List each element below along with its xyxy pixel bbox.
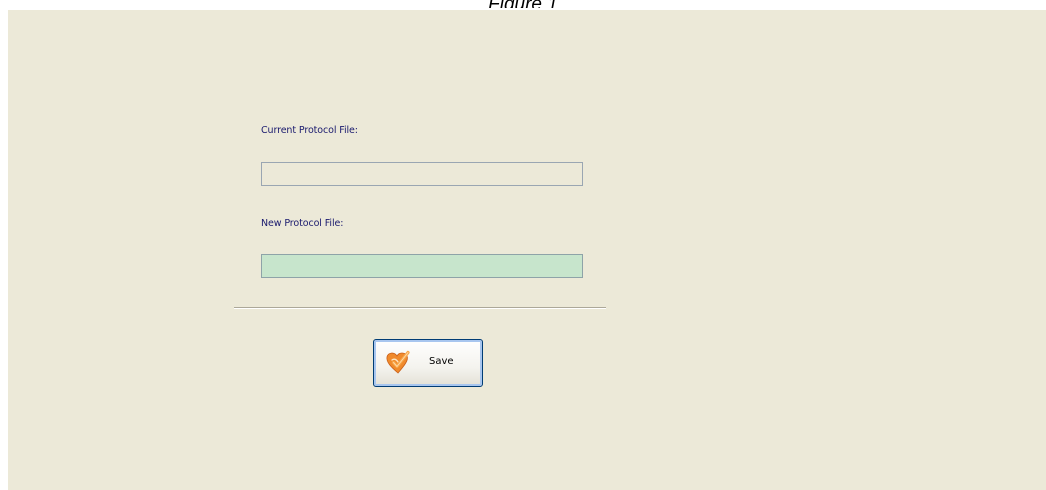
current-protocol-label: Current Protocol File: xyxy=(261,125,358,136)
protocol-form-panel: Current Protocol File: New Protocol File… xyxy=(8,10,1046,490)
save-button-label: Save xyxy=(429,356,454,367)
new-protocol-label: New Protocol File: xyxy=(261,218,344,229)
figure-caption: Figure 1 xyxy=(0,0,1046,8)
current-protocol-field[interactable] xyxy=(261,162,583,186)
save-button[interactable]: Save xyxy=(373,339,483,387)
page: Figure 1 Current Protocol File: New Prot… xyxy=(0,0,1046,490)
checkmark-heart-icon xyxy=(386,350,410,374)
new-protocol-field[interactable] xyxy=(261,254,583,278)
divider xyxy=(234,307,606,309)
